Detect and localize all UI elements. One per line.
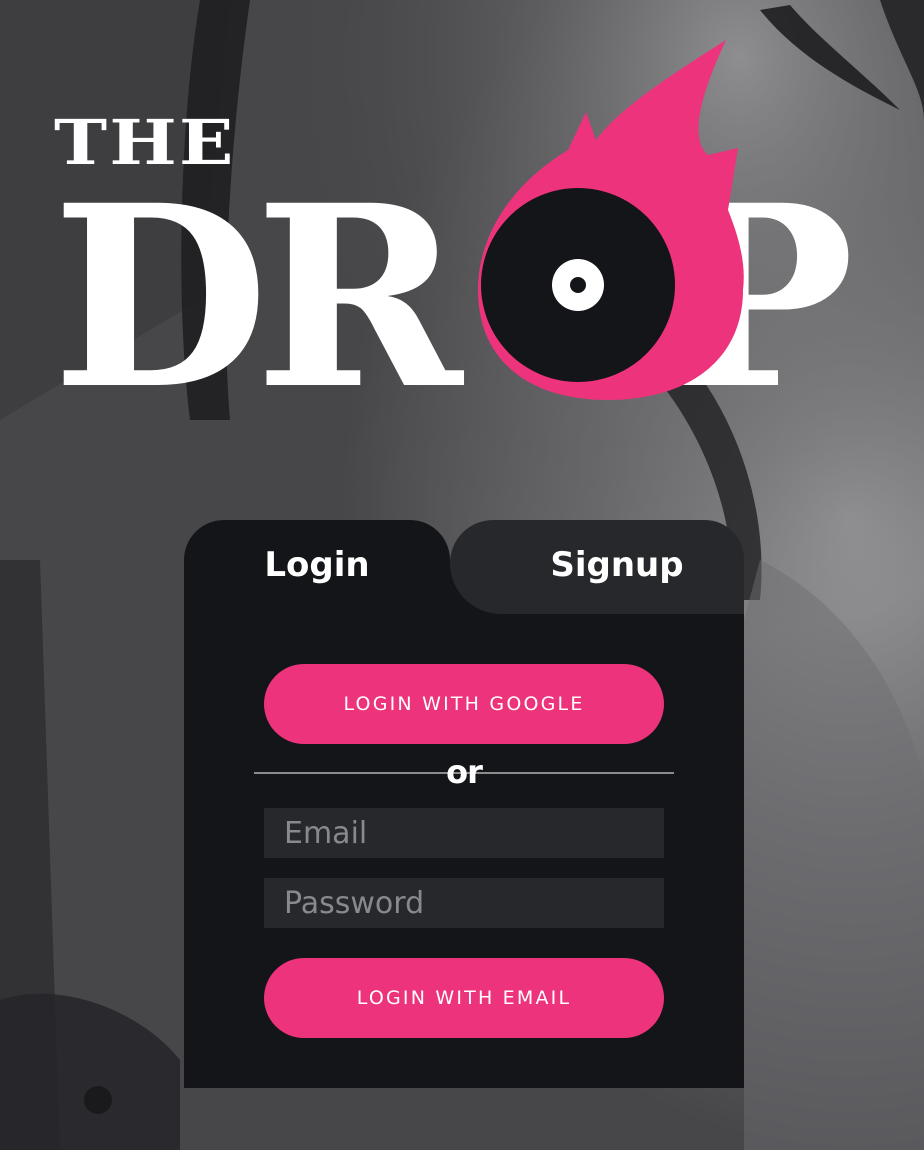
divider-or-text: or [446,753,483,791]
logo-word-left: DR [52,150,463,444]
logo: THE DR P [0,0,924,430]
auth-card: Login Signup LOGIN WITH GOOGLE or LOGIN … [184,520,744,1088]
login-with-google-button[interactable]: LOGIN WITH GOOGLE [264,664,664,744]
tab-signup-label: Signup [550,545,684,585]
flaming-record-icon [478,40,744,400]
tab-login[interactable]: Login [184,520,450,614]
tab-login-label: Login [264,545,370,585]
login-page: THE DR P Login Signup LOGIN WITH GOOGLE o… [0,0,924,1150]
tab-signup[interactable]: Signup [450,520,744,614]
login-with-email-button[interactable]: LOGIN WITH EMAIL [264,958,664,1038]
password-field[interactable] [264,878,664,928]
email-field[interactable] [264,808,664,858]
